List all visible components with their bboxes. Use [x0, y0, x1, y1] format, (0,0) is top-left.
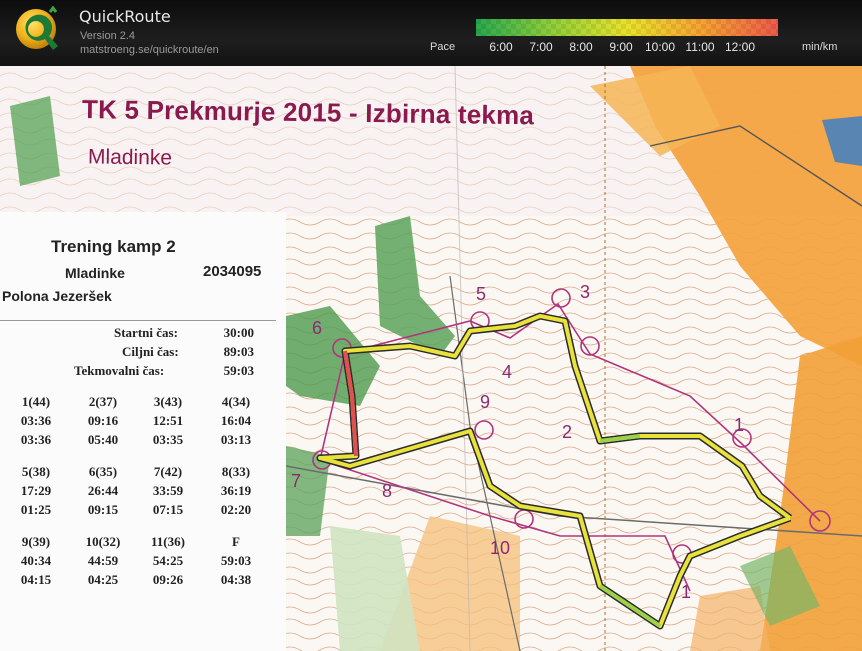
split-leg: 09:15 — [87, 502, 119, 517]
si-card-number: 2034095 — [203, 263, 262, 280]
split-leg: 09:26 — [152, 572, 184, 587]
split-code: 1(44) — [21, 394, 51, 409]
split-elapsed: 36:19 — [220, 483, 252, 498]
split-elapsed: 59:03 — [220, 553, 252, 568]
split-leg: 03:13 — [220, 432, 252, 447]
pace-unit: min/km — [802, 41, 838, 53]
split-entry: 7(42) 33:59 07:15 — [140, 462, 196, 519]
quickroute-logo-icon — [16, 6, 58, 51]
app-header: QuickRoute Version 2.4 matstroeng.se/qui… — [0, 0, 862, 66]
slip-divider — [0, 320, 276, 321]
split-elapsed: 54:25 — [152, 553, 184, 568]
app-title: QuickRoute — [79, 7, 171, 26]
split-elapsed: 12:51 — [152, 413, 184, 428]
app-url-link[interactable]: matstroeng.se/quickroute/en — [80, 44, 219, 56]
total-time-value: 59:03 — [223, 363, 254, 378]
split-leg: 03:36 — [20, 432, 52, 447]
control-number: 8 — [382, 481, 393, 501]
control-number: 10 — [490, 538, 511, 558]
split-entry: 1(44) 03:36 03:36 — [8, 392, 64, 449]
pace-label: Pace — [430, 41, 456, 53]
split-leg: 02:20 — [220, 502, 252, 517]
split-code: 6(35) — [88, 464, 118, 479]
pace-tick-label: 12:00 — [724, 40, 756, 54]
pace-tick-label: 11:00 — [685, 40, 715, 54]
split-code: 11(36) — [151, 534, 185, 549]
split-code: 5(38) — [21, 464, 51, 479]
pace-tick-label: 6:00 — [489, 40, 513, 54]
start-time-label: Startni čas: — [114, 325, 178, 340]
pace-tick-label: 10:00 — [644, 40, 676, 54]
split-code: 4(34) — [221, 394, 251, 409]
finish-time-value: 89:03 — [223, 344, 254, 359]
split-elapsed: 09:16 — [87, 413, 119, 428]
split-entry: 6(35) 26:44 09:15 — [75, 462, 131, 519]
app-version: Version 2.4 — [80, 30, 136, 42]
split-elapsed: 44:59 — [87, 553, 119, 568]
start-time-value: 30:00 — [223, 325, 254, 340]
control-number: 9 — [480, 392, 491, 412]
split-entry: 2(37) 09:16 05:40 — [75, 392, 131, 449]
split-entry: 11(36) 54:25 09:26 — [140, 532, 196, 589]
split-entry: F 59:03 04:38 — [208, 532, 264, 589]
map-title: TK 5 Prekmurje 2015 - Izbirna tekma — [81, 94, 535, 131]
control-number: 1 — [734, 415, 745, 435]
event-name: Trening kamp 2 — [51, 237, 176, 256]
split-code: 9(39) — [21, 534, 51, 549]
split-elapsed: 40:34 — [20, 553, 52, 568]
pace-tick-label: 7:00 — [529, 40, 553, 54]
pace-tick-label: 8:00 — [569, 40, 593, 54]
finish-time-label: Ciljni čas: — [122, 344, 179, 359]
control-number: 6 — [312, 318, 323, 338]
split-code: 8(33) — [221, 464, 251, 479]
split-code: F — [232, 534, 240, 549]
split-code: 2(37) — [88, 394, 118, 409]
split-elapsed: 03:36 — [20, 413, 52, 428]
split-leg: 04:25 — [87, 572, 119, 587]
control-number: 4 — [502, 362, 513, 382]
split-leg: 07:15 — [152, 502, 184, 517]
split-elapsed: 17:29 — [20, 483, 52, 498]
control-number: 7 — [291, 471, 302, 491]
control-number: 1 — [681, 582, 692, 602]
split-entry: 5(38) 17:29 01:25 — [8, 462, 64, 519]
split-leg: 01:25 — [20, 502, 52, 517]
split-entry: 3(43) 12:51 03:35 — [140, 392, 196, 449]
category-name: Mladinke — [65, 265, 125, 281]
control-number: 5 — [476, 284, 487, 304]
split-time-slip: Trening kamp 2 Mladinke 2034095 Polona J… — [0, 212, 286, 651]
split-entry: 10(32) 44:59 04:25 — [75, 532, 131, 589]
split-entry: 8(33) 36:19 02:20 — [208, 462, 264, 519]
split-elapsed: 26:44 — [87, 483, 119, 498]
split-entry: 4(34) 16:04 03:13 — [208, 392, 264, 449]
split-code: 7(42) — [153, 464, 183, 479]
pace-color-scale — [476, 19, 778, 36]
split-code: 3(43) — [153, 394, 183, 409]
total-time-label: Tekmovalni čas: — [74, 363, 165, 378]
split-entry: 9(39) 40:34 04:15 — [8, 532, 64, 589]
split-leg: 05:40 — [87, 432, 119, 447]
split-leg: 04:38 — [220, 572, 252, 587]
map-subtitle: Mladinke — [87, 145, 173, 170]
split-leg: 04:15 — [20, 572, 52, 587]
split-leg: 03:35 — [152, 432, 184, 447]
split-elapsed: 16:04 — [220, 413, 252, 428]
control-number: 3 — [580, 282, 591, 302]
control-number: 2 — [562, 422, 573, 442]
split-elapsed: 33:59 — [152, 483, 184, 498]
runner-name: Polona Jezeršek — [2, 288, 112, 304]
split-code: 10(32) — [85, 534, 121, 549]
pace-tick-label: 9:00 — [609, 40, 633, 54]
